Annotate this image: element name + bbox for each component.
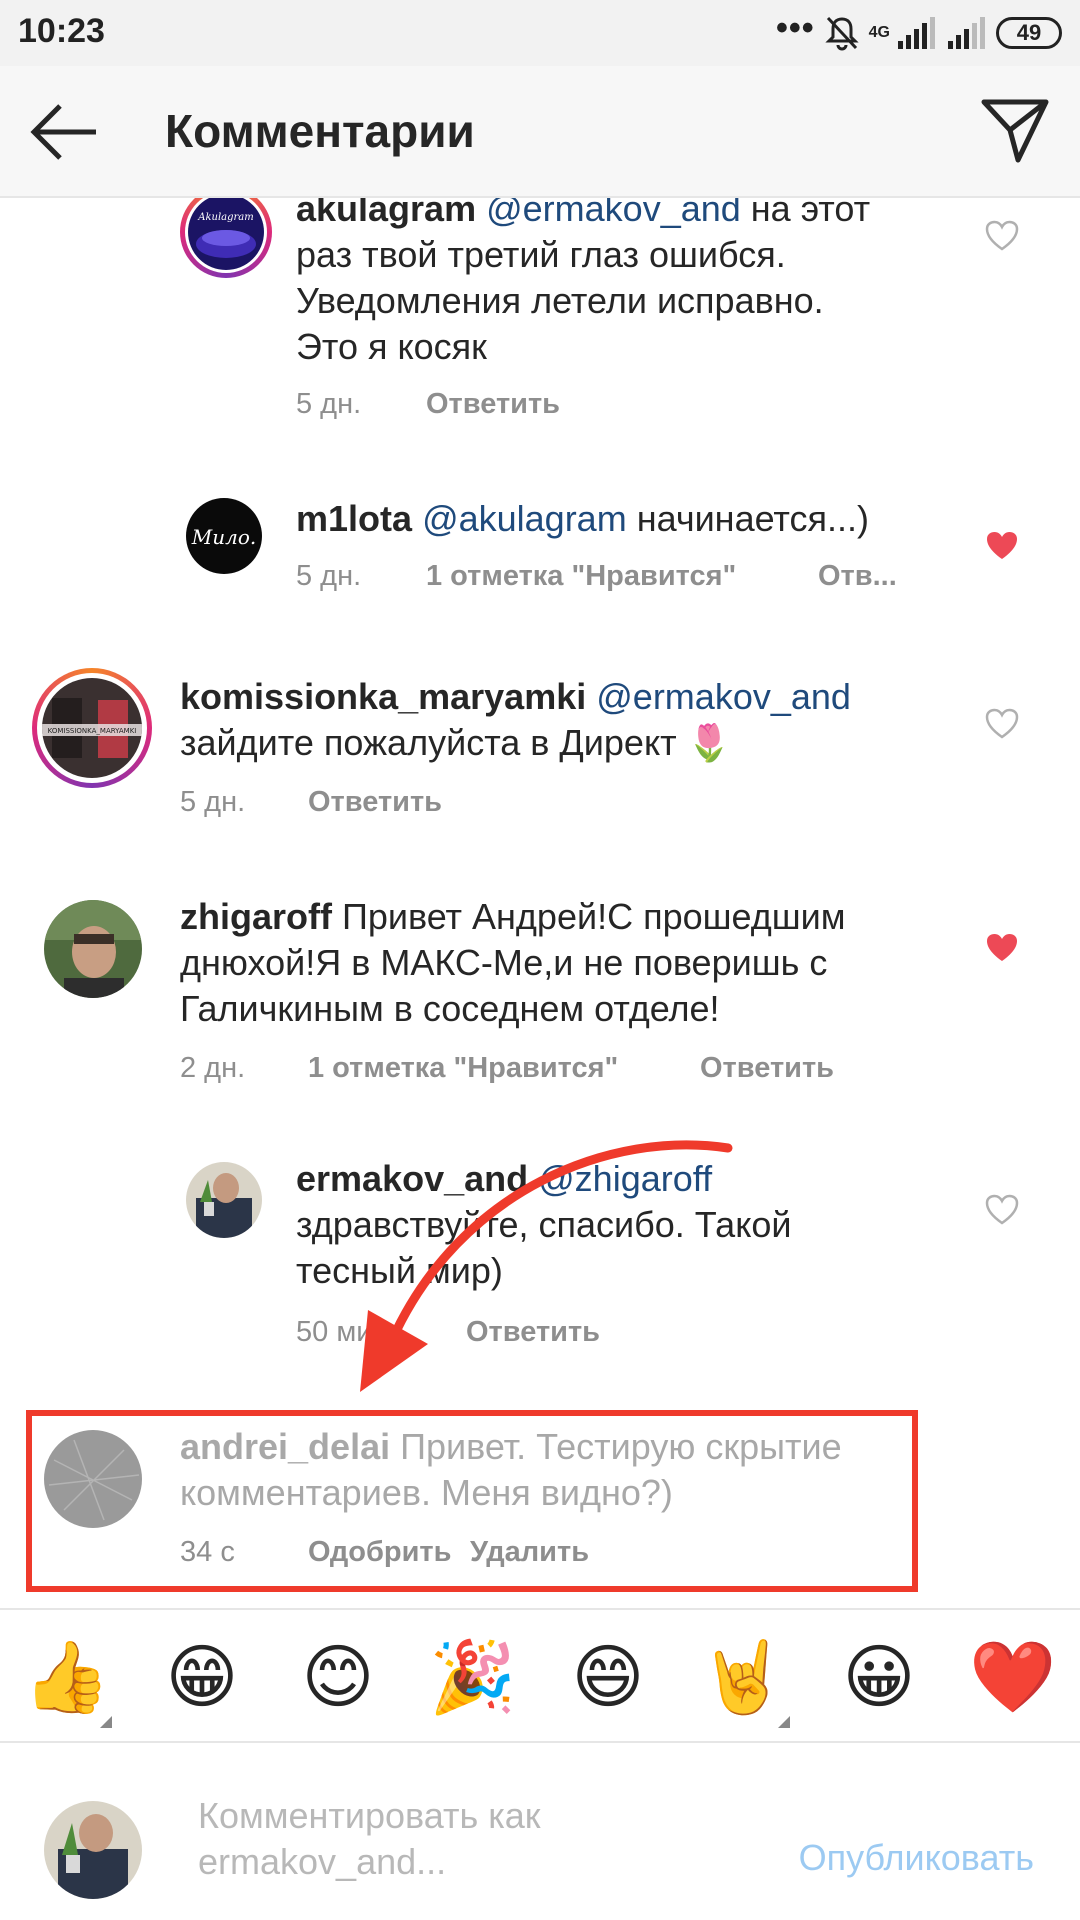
comment-text: zhigaroff Привет Андрей!С прошедшим днюх… <box>180 896 846 1029</box>
svg-text:Akulagram: Akulagram <box>197 212 254 223</box>
highlight-box <box>26 1410 918 1592</box>
comment-mention[interactable]: @ermakov_and <box>596 676 851 717</box>
comment-time: 2 дн. <box>180 1052 246 1084</box>
comment-text: m1lota @akulagram начинается...) <box>296 498 869 539</box>
skin-tone-indicator <box>100 1716 112 1728</box>
comment-meta: 5 дн. Ответить <box>296 388 560 421</box>
annotation-arrow <box>360 1140 733 1392</box>
status-bar: 10:23 ••• 4G 49 <box>0 0 1080 66</box>
grinning-emoji[interactable]: 😁 <box>157 1632 247 1722</box>
signal-icon-1 <box>898 17 935 49</box>
party-popper-emoji[interactable]: 🎉 <box>428 1632 518 1722</box>
smiling-emoji[interactable]: 😊 <box>293 1632 383 1722</box>
comment-time: 5 дн. <box>296 388 362 420</box>
comment-composer: Комментировать как ermakov_and... Опубли… <box>0 1745 1080 1920</box>
comment-username[interactable]: akulagram <box>296 198 476 229</box>
comment-username[interactable]: m1lota <box>296 498 412 539</box>
comment-meta: 2 дн. 1 отметка "Нравится" Ответить <box>180 1052 834 1085</box>
comment-text: akulagram @ermakov_and на этот раз твой … <box>296 198 936 370</box>
comment-time: 5 дн. <box>180 786 246 818</box>
reply-button[interactable]: Отв... <box>818 560 897 593</box>
comment-text: komissionka_maryamki @ermakov_and зайдит… <box>180 676 851 763</box>
more-notifications-icon: ••• <box>775 8 815 47</box>
status-time: 10:23 <box>18 12 105 50</box>
network-type: 4G <box>868 24 890 41</box>
like-heart-icon[interactable] <box>985 220 1019 252</box>
comment-time: 5 дн. <box>296 560 362 592</box>
page-title: Комментарии <box>165 105 475 157</box>
laughing-emoji[interactable]: 😄 <box>563 1632 653 1722</box>
like-heart-icon[interactable] <box>985 1194 1019 1226</box>
thumbs-up-emoji[interactable]: 👍 <box>22 1632 112 1722</box>
mute-bell-icon <box>825 16 859 51</box>
liked-heart-icon[interactable] <box>985 530 1019 562</box>
emoji-bar: 👍 😁 😊 🎉 😄 🤘 😀 ❤️ <box>0 1608 1080 1743</box>
comment-mention[interactable]: @akulagram <box>422 498 627 539</box>
avatar[interactable] <box>44 900 142 998</box>
svg-text:KOMISSIONKA_MARYAMKI: KOMISSIONKA_MARYAMKI <box>48 727 137 735</box>
avatar[interactable]: KOMISSIONKA_MARYAMKI <box>42 678 142 778</box>
publish-button[interactable]: Опубликовать <box>799 1837 1034 1879</box>
top-app-bar: Комментарии <box>0 66 1080 198</box>
battery-icon: 49 <box>996 17 1062 49</box>
comment-reply: Akulagram akulagram @ermakov_and на этот… <box>0 198 1080 458</box>
direct-send-icon[interactable] <box>980 96 1050 166</box>
skin-tone-indicator <box>778 1716 790 1728</box>
comment-input[interactable]: Комментировать как ermakov_and... <box>198 1793 758 1885</box>
reply-button[interactable]: Ответить <box>426 388 560 421</box>
liked-heart-icon[interactable] <box>985 932 1019 964</box>
red-heart-emoji[interactable]: ❤️ <box>968 1632 1058 1722</box>
signal-icon-2 <box>948 17 985 49</box>
likes-count[interactable]: 1 отметка "Нравится" <box>308 1052 700 1085</box>
comment-meta: 5 дн. 1 отметка "Нравится" Отв... <box>296 560 897 593</box>
back-arrow-icon[interactable] <box>30 100 100 164</box>
rock-hand-emoji[interactable]: 🤘 <box>698 1632 788 1722</box>
battery-level: 49 <box>1016 20 1042 45</box>
comment-mention[interactable]: @ermakov_and <box>486 198 741 229</box>
svg-text:Мило.: Мило. <box>191 525 257 549</box>
like-heart-icon[interactable] <box>985 708 1019 740</box>
reply-button[interactable]: Ответить <box>700 1052 834 1085</box>
avatar[interactable] <box>186 1162 262 1238</box>
comment-meta: 5 дн. Ответить <box>180 786 442 819</box>
comment-username[interactable]: zhigaroff <box>180 896 332 937</box>
status-icons: ••• 4G 49 <box>775 8 1062 56</box>
likes-count[interactable]: 1 отметка "Нравится" <box>426 560 818 593</box>
my-avatar[interactable] <box>44 1801 142 1899</box>
comment-username[interactable]: komissionka_maryamki <box>180 676 586 717</box>
reply-button[interactable]: Ответить <box>308 786 442 819</box>
big-smile-emoji[interactable]: 😀 <box>834 1632 924 1722</box>
avatar[interactable]: Мило. <box>186 498 262 574</box>
